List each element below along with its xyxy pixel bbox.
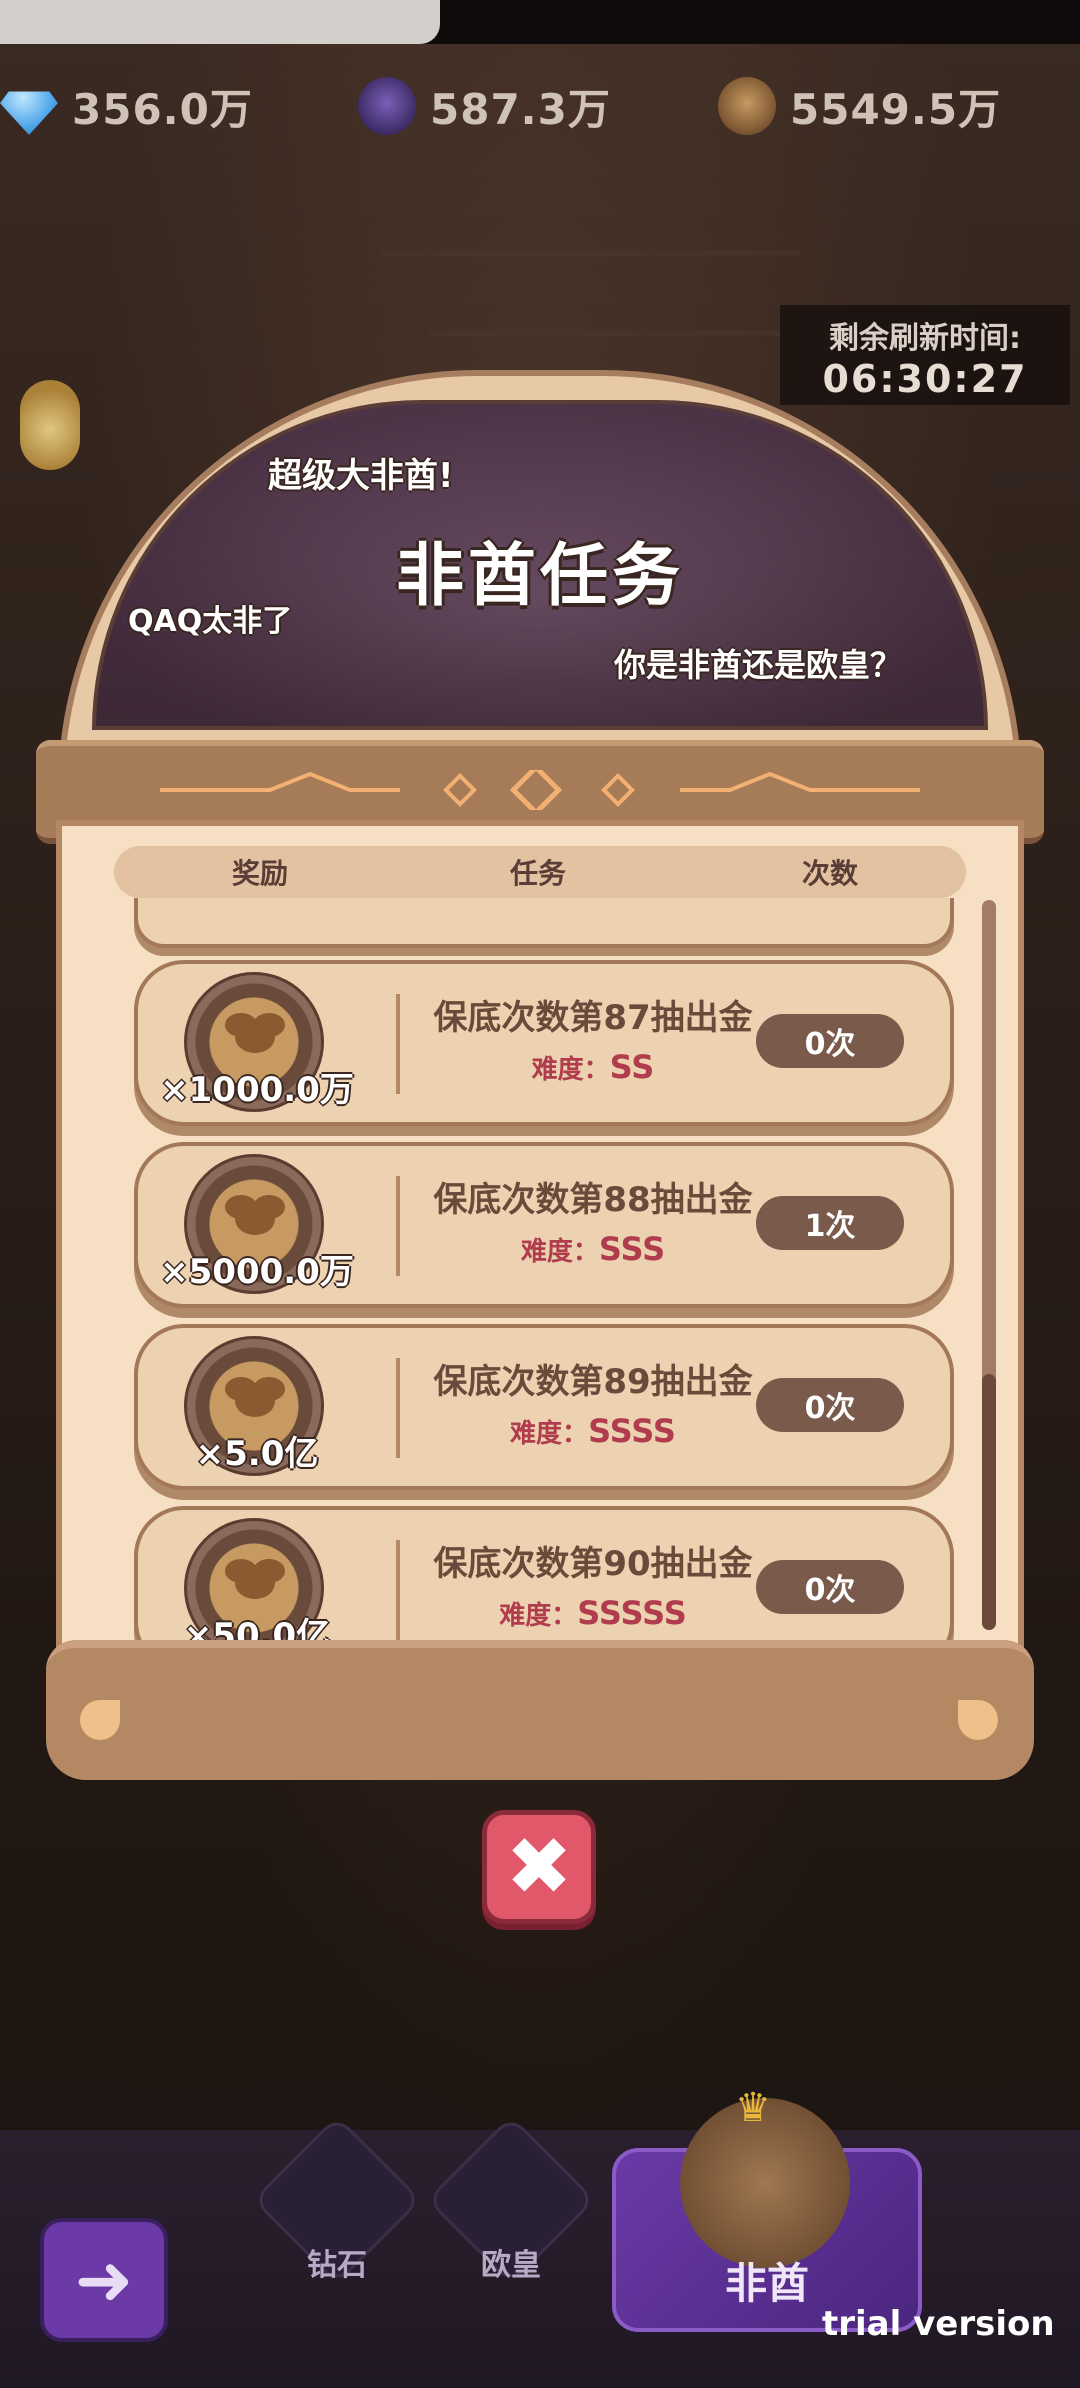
difficulty: 难度：SS: [408, 1048, 778, 1086]
currency-bear: 5549.5万: [718, 74, 1001, 138]
back-arrow-icon: ➜: [74, 2239, 134, 2321]
difficulty-label: 难度：: [531, 1055, 610, 1085]
task-description: 保底次数第88抽出金: [433, 1180, 753, 1220]
divider: [396, 1358, 400, 1458]
ornament-diamond-icon: [160, 770, 920, 810]
count-badge: 0次: [756, 1378, 904, 1432]
difficulty-value: SSS: [598, 1230, 666, 1268]
difficulty-label: 难度：: [510, 1419, 589, 1449]
difficulty-value: SSSSS: [577, 1594, 687, 1632]
close-button[interactable]: ✖: [482, 1810, 596, 1924]
banner-text-top: 超级大非酋!: [268, 456, 454, 496]
shelf-decor: [380, 250, 800, 256]
crown-icon: ♛: [735, 2085, 771, 2131]
task-row[interactable]: ×5000.0万 保底次数第88抽出金 难度：SSS 1次: [134, 1142, 954, 1308]
task-list[interactable]: ×1000.0万 保底次数第87抽出金 难度：SS 0次 ×5000.0万 保底…: [120, 898, 980, 1678]
reward-amount: ×5000.0万: [160, 1252, 354, 1292]
lamp-decor: [20, 380, 80, 470]
list-item-partial: [134, 898, 954, 948]
currency-hat: 587.3万: [358, 74, 611, 138]
leaf-icon: [80, 1700, 120, 1740]
leaf-icon: [958, 1700, 998, 1740]
table-header: 奖励 任务 次数: [114, 846, 966, 898]
refresh-timer-label: 剩余刷新时间:: [829, 321, 1021, 356]
currency-bear-value: 5549.5万: [790, 84, 1002, 134]
divider: [396, 1176, 400, 1276]
reward-amount: ×5.0亿: [195, 1434, 319, 1474]
count-badge: 1次: [756, 1196, 904, 1250]
reward-amount: ×1000.0万: [160, 1070, 354, 1110]
difficulty-value: SSSS: [588, 1412, 676, 1450]
trial-watermark: trial version: [822, 2304, 1055, 2344]
top-hat-icon: [358, 77, 416, 135]
diamond-icon: [0, 91, 58, 135]
task-row[interactable]: ×5.0亿 保底次数第89抽出金 难度：SSSS 0次: [134, 1324, 954, 1490]
task-description: 保底次数第90抽出金: [433, 1544, 753, 1584]
banner-text-left: QAQ太非了: [128, 604, 293, 639]
currency-hat-value: 587.3万: [430, 84, 611, 134]
difficulty: 难度：SSSSS: [408, 1594, 778, 1632]
refresh-timer-value: 06:30:27: [822, 357, 1028, 401]
shelf-decor: [430, 330, 780, 336]
task-description: 保底次数第87抽出金: [433, 998, 753, 1038]
divider: [396, 994, 400, 1094]
nav-tab-diamond[interactable]: 钻石: [252, 2115, 422, 2285]
close-icon: ✖: [505, 1820, 573, 1913]
divider: [396, 1540, 400, 1640]
difficulty-label: 难度：: [499, 1601, 578, 1631]
nav-tab-diamond-label: 钻石: [307, 2248, 367, 2283]
nav-tab-ouhuang[interactable]: 欧皇: [426, 2115, 596, 2285]
status-bar-pill: [0, 0, 440, 44]
task-description: 保底次数第89抽出金: [433, 1362, 753, 1402]
refresh-timer: 剩余刷新时间: 06:30:27: [780, 305, 1070, 405]
nav-tab-feiqiu-label: 非酋: [724, 2259, 809, 2308]
count-badge: 0次: [756, 1014, 904, 1068]
currency-diamond-value: 356.0万: [72, 84, 253, 134]
banner-text-right: 你是非酋还是欧皇？: [614, 646, 903, 684]
header-reward: 奖励: [232, 857, 289, 890]
currency-diamond: 356.0万: [0, 74, 253, 138]
header-task: 任务: [510, 857, 567, 890]
count-badge: 0次: [756, 1560, 904, 1614]
panel-footer: [46, 1640, 1034, 1780]
difficulty-value: SS: [609, 1048, 655, 1086]
difficulty-label: 难度：: [520, 1237, 599, 1267]
difficulty: 难度：SSSS: [408, 1412, 778, 1450]
back-button[interactable]: ➜: [40, 2218, 168, 2342]
nav-tab-ouhuang-label: 欧皇: [481, 2248, 541, 2283]
task-row[interactable]: ×1000.0万 保底次数第87抽出金 难度：SS 0次: [134, 960, 954, 1126]
header-count: 次数: [802, 857, 859, 890]
scrollbar-thumb[interactable]: [982, 1374, 996, 1630]
difficulty: 难度：SSS: [408, 1230, 778, 1268]
bear-coin-icon: [718, 77, 776, 135]
